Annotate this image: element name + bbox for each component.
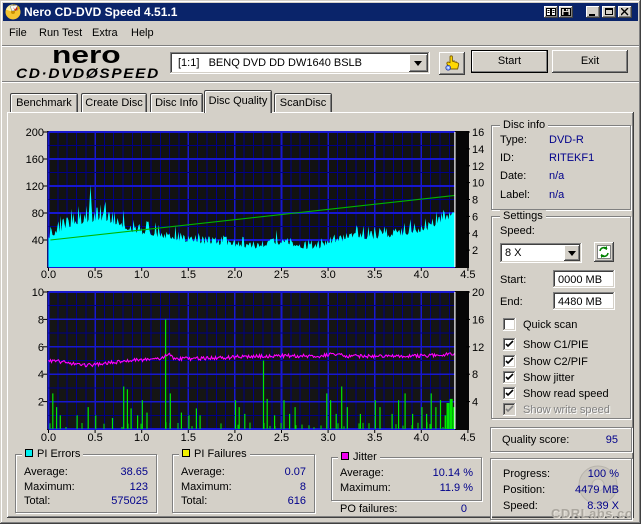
svg-text:200: 200 — [26, 127, 44, 139]
svg-text:12: 12 — [472, 161, 484, 173]
svg-text:16: 16 — [472, 127, 484, 139]
svg-text:14: 14 — [472, 144, 484, 156]
svg-text:20: 20 — [472, 287, 484, 299]
svg-text:80: 80 — [32, 208, 44, 220]
svg-text:120: 120 — [26, 181, 44, 193]
svg-text:8: 8 — [472, 195, 478, 207]
svg-text:4: 4 — [472, 228, 478, 240]
svg-text:8: 8 — [472, 369, 478, 381]
svg-text:6: 6 — [472, 211, 478, 223]
svg-text:4: 4 — [38, 369, 44, 381]
svg-text:1.5: 1.5 — [181, 432, 196, 444]
svg-text:0.0: 0.0 — [41, 432, 56, 444]
svg-text:6: 6 — [38, 342, 44, 354]
svg-text:1.0: 1.0 — [134, 432, 149, 444]
svg-text:10: 10 — [32, 287, 44, 299]
svg-text:40: 40 — [32, 235, 44, 247]
svg-text:2: 2 — [38, 397, 44, 409]
svg-text:8: 8 — [38, 314, 44, 326]
svg-text:160: 160 — [26, 154, 44, 166]
svg-text:16: 16 — [472, 314, 484, 326]
svg-text:2: 2 — [472, 245, 478, 257]
svg-text:12: 12 — [472, 342, 484, 354]
svg-text:3.0: 3.0 — [320, 432, 335, 444]
svg-text:3.5: 3.5 — [367, 432, 382, 444]
svg-text:2.0: 2.0 — [227, 432, 242, 444]
svg-text:10: 10 — [472, 178, 484, 190]
svg-text:4: 4 — [472, 397, 478, 409]
svg-text:2.5: 2.5 — [274, 432, 289, 444]
svg-text:4.5: 4.5 — [460, 432, 475, 444]
svg-text:4.0: 4.0 — [414, 432, 429, 444]
svg-text:0.5: 0.5 — [87, 432, 102, 444]
